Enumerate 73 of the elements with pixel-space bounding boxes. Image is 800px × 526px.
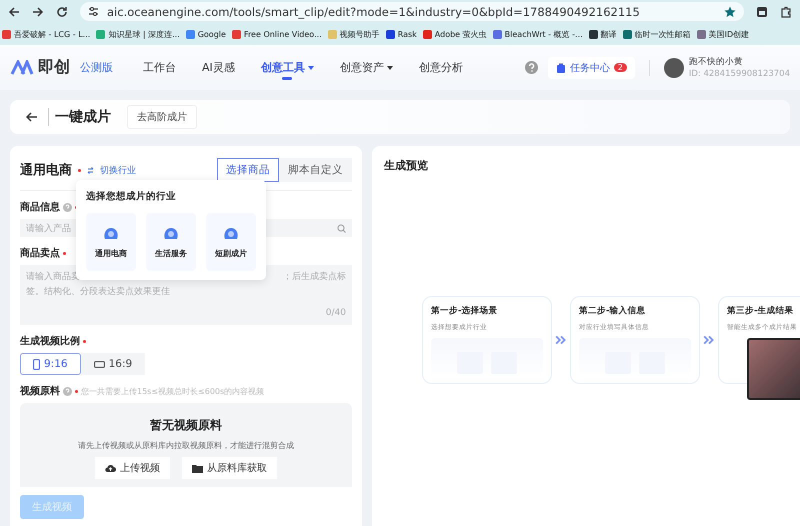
empty-title: 暂无视频原料 <box>150 417 222 434</box>
address-bar[interactable]: aic.oceanengine.com/tools/smart_clip/edit?mode=1&industry=0&bpId=1788490492162115 <box>80 2 744 21</box>
logo-icon[interactable] <box>10 60 34 76</box>
industry-title: 通用电商 <box>20 162 72 179</box>
step-title: 第二步-输入信息 <box>579 305 647 317</box>
nav-item[interactable]: AI灵感 <box>202 45 235 90</box>
help-icon[interactable] <box>524 61 538 74</box>
mode-tab[interactable]: 选择商品 <box>217 158 279 182</box>
dropdown-title: 选择您想成片的行业 <box>86 190 177 203</box>
ratio-option[interactable]: 9:16 <box>20 353 81 375</box>
task-center-button[interactable]: 任务中心 2 <box>548 56 635 78</box>
bookmark[interactable]: Free Online Video... <box>232 30 322 38</box>
bookmark[interactable]: 临时一次性邮箱 <box>622 28 691 40</box>
mode-tab[interactable]: 脚本自定义 <box>279 158 352 182</box>
tab-search-icon[interactable] <box>756 6 768 18</box>
advanced-mode-button[interactable]: 去高阶成片 <box>127 105 197 129</box>
bookmark[interactable]: 视频号助手 <box>328 28 380 40</box>
required-mark <box>75 390 78 392</box>
cloud-upload-icon <box>105 464 116 472</box>
industry-option[interactable]: 通用电商 <box>86 213 136 271</box>
bookmark[interactable]: 翻译 <box>588 28 617 40</box>
switch-industry-link[interactable]: 切换行业 <box>100 164 136 176</box>
bookmark[interactable]: BleachWrt - 概览 -... <box>492 28 583 40</box>
industry-option[interactable]: 生活服务 <box>146 213 196 271</box>
bookmark[interactable]: Adobe 萤火虫 <box>422 28 487 40</box>
clipboard-icon <box>556 62 566 72</box>
site-settings-icon[interactable] <box>88 6 99 17</box>
back-arrow-icon[interactable] <box>26 112 38 122</box>
preview-title: 生成预览 <box>384 158 429 173</box>
notification-badge: 2 <box>614 63 627 72</box>
landscape-icon <box>94 360 105 368</box>
forward-icon[interactable] <box>32 6 44 18</box>
swap-icon[interactable] <box>87 166 94 174</box>
portrait-icon <box>33 358 40 370</box>
edition-label: 公测版 <box>80 60 113 75</box>
bookmark[interactable]: Rask <box>386 30 417 38</box>
bookmark[interactable]: 美国ID创建 <box>696 28 750 40</box>
bookmark[interactable]: 吾爱破解 - LCG - L... <box>2 28 90 40</box>
step-title: 第一步-选择场景 <box>431 305 499 317</box>
empty-description: 请先上传视频或从原料库内拉取视频原料，才能进行混剪合成 <box>78 440 294 451</box>
nav-item[interactable]: 创意分析 <box>418 45 463 90</box>
star-icon[interactable] <box>724 6 736 18</box>
industry-option[interactable]: 短剧成片 <box>206 213 256 271</box>
field-label: 商品卖点 <box>20 246 60 260</box>
upload-video-button[interactable]: 上传视频 <box>95 457 170 479</box>
required-mark <box>78 168 81 172</box>
nav-item[interactable]: 创意工具 <box>260 45 314 90</box>
user-id: ID: 4284159908123704 <box>688 68 790 80</box>
character-counter: 0/40 <box>326 307 346 320</box>
folder-icon <box>192 464 203 472</box>
logo-text[interactable]: 即创 <box>38 57 70 78</box>
field-label: 生成视频比例 <box>20 334 80 348</box>
required-mark <box>83 340 86 342</box>
nav-item[interactable]: 创意资产 <box>340 45 393 90</box>
double-chevron-icon <box>555 335 567 345</box>
bookmark[interactable]: 知识星球 | 深度连... <box>96 28 180 40</box>
step-title: 第三步-生成结果 <box>727 305 795 317</box>
field-label: 视频原料 <box>20 384 60 398</box>
page-title: 一键成片 <box>48 108 111 126</box>
user-name: 跑不快的小黄 <box>688 56 744 68</box>
back-icon[interactable] <box>8 6 20 18</box>
bookmark[interactable]: Google <box>186 30 226 38</box>
extensions-icon[interactable] <box>780 6 792 18</box>
library-button[interactable]: 从原料库获取 <box>182 457 277 479</box>
search-icon[interactable] <box>337 224 346 232</box>
required-mark <box>63 252 66 254</box>
field-label: 商品信息 <box>20 200 60 214</box>
phone-video-illustration <box>747 338 800 400</box>
double-chevron-icon <box>703 335 715 345</box>
avatar[interactable] <box>664 58 684 78</box>
nav-item[interactable]: 工作台 <box>143 45 176 90</box>
reload-icon[interactable] <box>56 6 68 18</box>
ratio-option[interactable]: 16:9 <box>80 353 146 375</box>
